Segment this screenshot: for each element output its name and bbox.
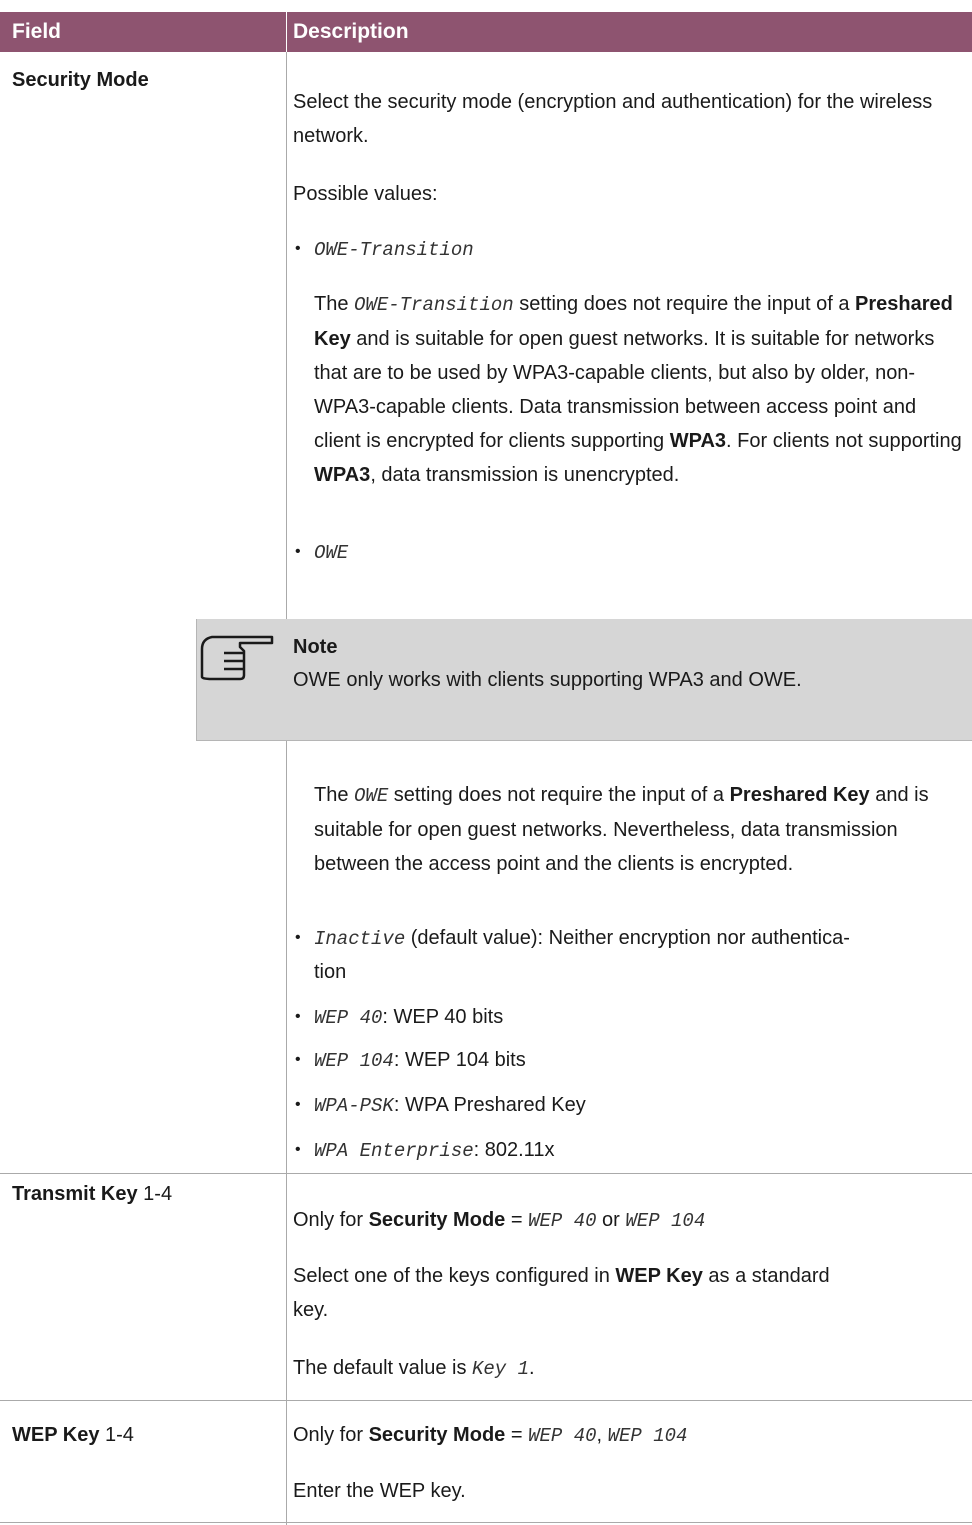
- bullet: •: [295, 1051, 301, 1068]
- wep-key-only-for: Only for Security Mode = WEP 40, WEP 104: [293, 1424, 688, 1447]
- security-mode-intro: Select the security mode (encryption and…: [293, 91, 933, 147]
- bullet: •: [295, 1008, 301, 1025]
- table-header: Field Description: [0, 12, 972, 52]
- header-field: Field: [12, 20, 62, 43]
- owe-description: The OWE setting does not require the inp…: [314, 784, 929, 875]
- value-owe: OWE: [314, 542, 349, 564]
- bullet: •: [295, 929, 301, 946]
- bullet: •: [295, 1141, 301, 1158]
- field-transmit-key: Transmit Key 1-4: [12, 1183, 173, 1205]
- transmit-key-default: The default value is Key 1.: [293, 1357, 535, 1380]
- value-wep-104: WEP 104: WEP 104 bits: [314, 1049, 526, 1072]
- transmit-key-select-cont: key.: [293, 1299, 329, 1321]
- header-separator: [286, 12, 287, 52]
- value-inactive: Inactive (default value): Neither encryp…: [314, 927, 850, 950]
- bullet: •: [295, 1096, 301, 1113]
- value-wep-40: WEP 40: WEP 40 bits: [314, 1006, 504, 1029]
- pointing-hand-icon: [200, 635, 274, 681]
- column-divider: [286, 741, 287, 1525]
- owe-transition-description: The OWE-Transition setting does not requ…: [314, 293, 962, 486]
- possible-values-label: Possible values:: [293, 183, 438, 205]
- row-divider: [0, 1400, 972, 1401]
- value-inactive-continued: tion: [314, 961, 347, 983]
- column-divider: [286, 52, 287, 619]
- transmit-key-select: Select one of the keys configured in WEP…: [293, 1265, 830, 1287]
- wep-key-enter: Enter the WEP key.: [293, 1480, 466, 1502]
- transmit-key-only-for: Only for Security Mode = WEP 40 or WEP 1…: [293, 1209, 706, 1232]
- row-divider: [0, 1173, 972, 1174]
- value-wpa-psk: WPA-PSK: WPA Preshared Key: [314, 1094, 586, 1117]
- note-text: OWE only works with clients supporting W…: [293, 669, 802, 691]
- value-wpa-enterprise: WPA Enterprise: 802.11x: [314, 1139, 555, 1162]
- note-title: Note: [293, 636, 338, 658]
- bullet: •: [295, 543, 301, 560]
- value-owe-transition: OWE-Transition: [314, 239, 474, 261]
- field-security-mode: Security Mode: [12, 69, 149, 91]
- bullet: •: [295, 240, 301, 257]
- header-description: Description: [293, 20, 409, 43]
- document-page: Field Description Security Mode Select t…: [0, 0, 972, 1525]
- table-bottom: [0, 1522, 972, 1523]
- field-wep-key: WEP Key 1-4: [12, 1424, 134, 1446]
